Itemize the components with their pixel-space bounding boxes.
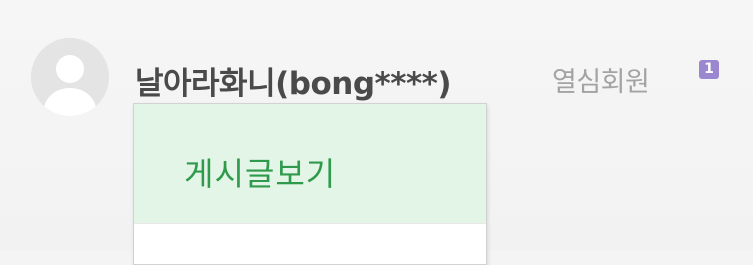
member-dropdown-menu: 게시글보기	[133, 103, 487, 265]
level-badge: 1	[699, 60, 719, 79]
menu-item-view-posts[interactable]: 게시글보기	[134, 104, 486, 223]
menu-divider	[134, 223, 486, 224]
member-nickname[interactable]: 날아라화니(bong****)	[135, 58, 452, 103]
member-grade: 열심회원	[552, 67, 650, 98]
default-user-icon	[31, 38, 109, 116]
profile-popup-area: 날아라화니(bong****) 열심회원 1 게시글보기	[0, 0, 753, 265]
menu-item-label: 게시글보기	[184, 155, 337, 193]
avatar[interactable]	[31, 38, 109, 116]
